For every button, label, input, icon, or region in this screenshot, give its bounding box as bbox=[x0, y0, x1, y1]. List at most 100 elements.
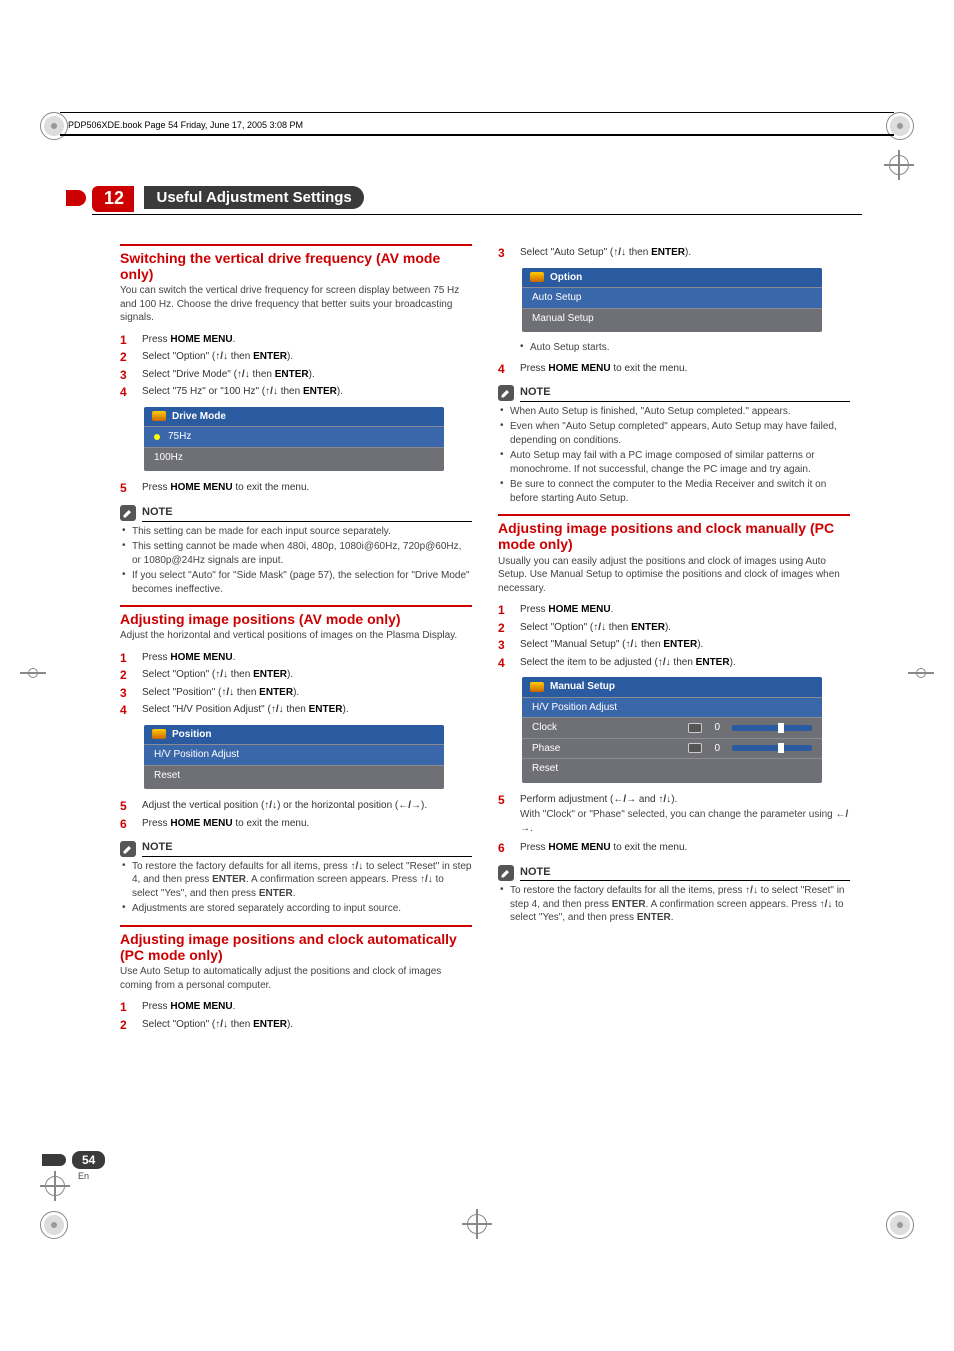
step-list: Select "Auto Setup" (↑/↓ then ENTER). bbox=[498, 244, 850, 262]
osd-row-selected: 75Hz bbox=[144, 426, 444, 447]
step-item: Select "Position" (↑/↓ then ENTER). bbox=[120, 684, 472, 702]
menu-icon bbox=[152, 729, 166, 739]
file-info-text: PDP506XDE.book Page 54 Friday, June 17, … bbox=[68, 120, 303, 130]
step-item: Press HOME MENU. bbox=[498, 601, 850, 619]
up-down-arrow-icon: ↑/↓ bbox=[237, 369, 250, 380]
step-list: Adjust the vertical position (↑/↓) or th… bbox=[120, 797, 472, 832]
side-target-icon bbox=[908, 660, 934, 686]
osd-titlebar: Position bbox=[144, 725, 444, 745]
pencil-icon bbox=[120, 841, 136, 857]
divider bbox=[60, 134, 894, 135]
menu-icon bbox=[152, 411, 166, 421]
side-target-icon bbox=[20, 660, 46, 686]
osd-title: Drive Mode bbox=[172, 410, 226, 424]
osd-drive-mode: Drive Mode 75Hz 100Hz bbox=[144, 407, 444, 472]
note-item: This setting can be made for each input … bbox=[120, 524, 472, 540]
up-down-arrow-icon: ↑/↓ bbox=[820, 899, 833, 910]
step-item: Adjust the vertical position (↑/↓) or th… bbox=[120, 797, 472, 815]
page-footer: 54 En bbox=[72, 1151, 105, 1181]
section-description: Adjust the horizontal and vertical posit… bbox=[120, 629, 472, 643]
osd-row: Reset bbox=[144, 765, 444, 786]
osd-row: Clock0 bbox=[522, 717, 822, 738]
slider-track bbox=[732, 745, 812, 751]
chapter-title: Useful Adjustment Settings bbox=[144, 186, 363, 209]
up-down-arrow-icon: ↑/↓ bbox=[658, 794, 671, 805]
up-down-arrow-icon: ↑/↓ bbox=[215, 669, 228, 680]
left-column: Switching the vertical drive frequency (… bbox=[120, 240, 472, 1039]
step-list: Press HOME MENU. Select "Option" (↑/↓ th… bbox=[120, 649, 472, 719]
note-item: To restore the factory defaults for all … bbox=[120, 859, 472, 902]
note-item: To restore the factory defaults for all … bbox=[498, 883, 850, 926]
note-label: NOTE bbox=[142, 505, 472, 522]
selected-dot-icon bbox=[154, 434, 160, 440]
manual-page: PDP506XDE.book Page 54 Friday, June 17, … bbox=[0, 0, 954, 1351]
file-info-bar: PDP506XDE.book Page 54 Friday, June 17, … bbox=[60, 112, 894, 136]
osd-title: Option bbox=[550, 271, 582, 285]
crosshair-icon bbox=[40, 1171, 70, 1201]
note-label: NOTE bbox=[520, 385, 850, 402]
step-item: Press HOME MENU to exit the menu. bbox=[498, 360, 850, 378]
osd-title: Position bbox=[172, 728, 211, 742]
up-down-arrow-icon: ↑/↓ bbox=[215, 1019, 228, 1030]
osd-row-selected: H/V Position Adjust bbox=[522, 697, 822, 718]
note-item: Be sure to connect the computer to the M… bbox=[498, 477, 850, 506]
pencil-icon bbox=[120, 505, 136, 521]
step-item: Press HOME MENU. bbox=[120, 998, 472, 1016]
section-title: Switching the vertical drive frequency (… bbox=[120, 244, 472, 282]
note-list: To restore the factory defaults for all … bbox=[498, 883, 850, 926]
crosshair-icon bbox=[884, 150, 914, 180]
step-item: Select "75 Hz" or "100 Hz" (↑/↓ then ENT… bbox=[120, 383, 472, 401]
menu-icon bbox=[530, 682, 544, 692]
step-item: Select "Option" (↑/↓ then ENTER). bbox=[120, 348, 472, 366]
pencil-icon bbox=[498, 865, 514, 881]
osd-titlebar: Drive Mode bbox=[144, 407, 444, 427]
note-item: This setting cannot be made when 480i, 4… bbox=[120, 539, 472, 568]
osd-row: Manual Setup bbox=[522, 308, 822, 329]
note-header: NOTE bbox=[498, 865, 850, 882]
page-number: 54 bbox=[72, 1151, 105, 1169]
up-down-arrow-icon: ↑/↓ bbox=[215, 351, 228, 362]
step-item: Perform adjustment (←/→ and ↑/↓). With "… bbox=[498, 791, 850, 840]
up-down-arrow-icon: ↑/↓ bbox=[626, 639, 639, 650]
osd-row-selected: Auto Setup bbox=[522, 287, 822, 308]
step-item: Press HOME MENU to exit the menu. bbox=[120, 815, 472, 833]
up-down-arrow-icon: ↑/↓ bbox=[745, 885, 758, 896]
osd-footer bbox=[144, 785, 444, 789]
note-list: When Auto Setup is finished, "Auto Setup… bbox=[498, 404, 850, 507]
osd-footer bbox=[522, 779, 822, 783]
step-list: Press HOME MENU to exit the menu. bbox=[498, 360, 850, 378]
note-item: Adjustments are stored separately accord… bbox=[120, 901, 472, 917]
section-description: You can switch the vertical drive freque… bbox=[120, 284, 472, 325]
content-columns: Switching the vertical drive frequency (… bbox=[120, 240, 850, 1039]
step-item: Select "Option" (↑/↓ then ENTER). bbox=[120, 1016, 472, 1034]
up-down-arrow-icon: ↑/↓ bbox=[658, 657, 671, 668]
step-item: Press HOME MENU. bbox=[120, 649, 472, 667]
osd-option: Option Auto Setup Manual Setup bbox=[522, 268, 822, 333]
osd-footer bbox=[522, 328, 822, 332]
step-list: Press HOME MENU. Select "Option" (↑/↓ th… bbox=[498, 601, 850, 671]
section-description: Usually you can easily adjust the positi… bbox=[498, 555, 850, 596]
up-down-arrow-icon: ↑/↓ bbox=[221, 687, 234, 698]
up-down-arrow-icon: ↑/↓ bbox=[420, 874, 433, 885]
note-item: Auto Setup may fail with a PC image comp… bbox=[498, 448, 850, 477]
osd-title: Manual Setup bbox=[550, 680, 615, 694]
step-item: Select "H/V Position Adjust" (↑/↓ then E… bbox=[120, 701, 472, 719]
note-header: NOTE bbox=[120, 505, 472, 522]
step-item: Select "Manual Setup" (↑/↓ then ENTER). bbox=[498, 636, 850, 654]
section-title: Adjusting image positions and clock manu… bbox=[498, 514, 850, 552]
step-item: Select "Drive Mode" (↑/↓ then ENTER). bbox=[120, 366, 472, 384]
osd-manual-setup: Manual Setup H/V Position Adjust Clock0 … bbox=[522, 677, 822, 783]
step-subtext: With "Clock" or "Phase" selected, you ca… bbox=[520, 808, 850, 835]
up-down-arrow-icon: ↑/↓ bbox=[593, 622, 606, 633]
crosshair-icon bbox=[462, 1209, 492, 1239]
chapter-number: 12 bbox=[92, 186, 134, 212]
step-list: Press HOME MENU. Select "Option" (↑/↓ th… bbox=[120, 998, 472, 1033]
left-right-arrow-icon: ←/→ bbox=[398, 800, 421, 811]
slider-track bbox=[732, 725, 812, 731]
up-down-arrow-icon: ↑/↓ bbox=[271, 704, 284, 715]
note-item: When Auto Setup is finished, "Auto Setup… bbox=[498, 404, 850, 420]
note-list: This setting can be made for each input … bbox=[120, 524, 472, 598]
chapter-header: 12 Useful Adjustment Settings bbox=[92, 186, 862, 212]
pencil-icon bbox=[498, 385, 514, 401]
note-list: To restore the factory defaults for all … bbox=[120, 859, 472, 917]
